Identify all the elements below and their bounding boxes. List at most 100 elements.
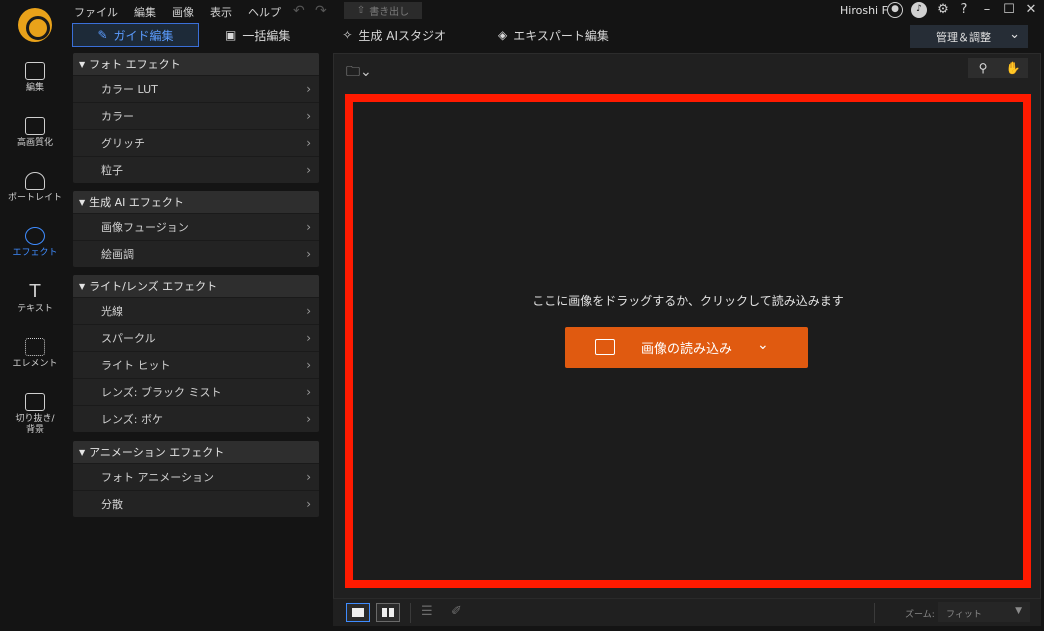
text-icon: T [29, 281, 41, 302]
effect-item[interactable]: 絵画調 › [73, 240, 319, 267]
mode-tabs: ✎ ガイド編集 ▣ 一括編集 ✧ 生成 AIスタジオ ◈ エキスパート編集 [72, 23, 635, 47]
chevron-right-icon: › [306, 412, 311, 426]
rail-item-enhance[interactable]: 高画質化 [0, 117, 70, 149]
rail-label: ポートレイト [7, 193, 62, 203]
rail-item-element[interactable]: エレメント [0, 338, 70, 370]
sparkle-icon: ✧ [342, 28, 353, 42]
effect-item[interactable]: カラー › [73, 102, 319, 129]
zoom-select[interactable]: フィット ▼ [938, 602, 1030, 622]
image-drop-zone[interactable]: ここに画像をドラッグするか、クリックして読み込みます 画像の読み込み ⌄ [345, 94, 1031, 588]
group-header[interactable]: ▼ ライト/レンズ エフェクト [73, 275, 319, 297]
menu-file[interactable]: ファイル [74, 4, 118, 20]
main-menu: ファイル 編集 画像 表示 ヘルプ [74, 4, 297, 20]
manage-label: 管理＆調整 [936, 30, 991, 44]
effect-item[interactable]: レンズ: ボケ › [73, 405, 319, 432]
manage-adjust-button[interactable]: 管理＆調整 ⌄ [910, 25, 1028, 48]
brush-icon[interactable]: ✐ [451, 604, 462, 619]
group-title: ライト/レンズ エフェクト [89, 280, 218, 293]
group-header[interactable]: ▼ フォト エフェクト [73, 53, 319, 75]
zoom-label: ズーム: [905, 610, 935, 620]
rail-label: 高画質化 [16, 138, 53, 148]
enhance-icon [25, 117, 45, 135]
effect-label: レンズ: ブラック ミスト [101, 386, 222, 399]
effect-item[interactable]: レンズ: ブラック ミスト › [73, 378, 319, 405]
export-label: 書き出し [369, 7, 410, 18]
export-button[interactable]: ⇧ 書き出し [344, 2, 422, 19]
zoom-value: フィット [946, 610, 982, 620]
divider [874, 603, 875, 623]
tab-guided-edit[interactable]: ✎ ガイド編集 [72, 23, 199, 47]
compare-view-icon [382, 608, 387, 617]
effect-item[interactable]: 分散 › [73, 490, 319, 517]
hand-icon[interactable]: ✋ [998, 58, 1028, 78]
magnifier-icon[interactable]: ⚲ [968, 58, 998, 78]
rail-label: 切り抜き/ 背景 [15, 414, 55, 435]
layout-icon[interactable]: ☰ [421, 604, 433, 619]
user-name[interactable]: Hiroshi F [840, 4, 888, 17]
rail-item-portrait[interactable]: ポートレイト [0, 172, 70, 204]
rail-item-text[interactable]: T テキスト [0, 283, 70, 315]
effect-label: スパークル [101, 332, 156, 345]
rail-item-cutout[interactable]: 切り抜き/ 背景 [0, 393, 70, 436]
effect-label: 分散 [101, 498, 123, 511]
compare-view-button[interactable] [376, 603, 400, 622]
chevron-right-icon: › [306, 331, 311, 345]
triangle-down-icon: ▼ [1015, 606, 1022, 616]
effect-label: 絵画調 [101, 248, 134, 261]
upload-icon: ⇧ [356, 5, 366, 16]
effect-label: 粒子 [101, 164, 123, 177]
tab-label: エキスパート編集 [513, 28, 609, 43]
close-icon[interactable]: ✕ [1023, 2, 1039, 18]
triangle-down-icon: ▼ [79, 447, 86, 457]
chevron-down-icon: ⌄ [1009, 27, 1020, 42]
effect-item[interactable]: グリッチ › [73, 129, 319, 156]
undo-icon[interactable]: ↶ [293, 3, 305, 19]
element-icon [25, 338, 45, 356]
effect-group-light-lens: ▼ ライト/レンズ エフェクト 光線 › スパークル › ライト ヒット › レンズ: … [73, 275, 319, 432]
chevron-right-icon: › [306, 220, 311, 234]
effect-item[interactable]: スパークル › [73, 324, 319, 351]
rail-item-edit[interactable]: 編集 [0, 62, 70, 94]
folder-icon[interactable]: 🗀⌄ [346, 61, 372, 85]
tab-label: ガイド編集 [113, 28, 174, 43]
effect-label: 光線 [101, 305, 123, 318]
maximize-icon[interactable]: ☐ [1001, 2, 1017, 18]
add-image-icon [595, 339, 615, 355]
chevron-right-icon: › [306, 358, 311, 372]
tab-batch-edit[interactable]: ▣ 一括編集 [199, 23, 316, 47]
effect-item[interactable]: ライト ヒット › [73, 351, 319, 378]
menu-view[interactable]: 表示 [210, 4, 232, 20]
divider [410, 603, 411, 623]
tab-ai-studio[interactable]: ✧ 生成 AIスタジオ [316, 23, 472, 47]
effect-item[interactable]: フォト アニメーション › [73, 463, 319, 490]
layers-icon: ◈ [498, 28, 508, 42]
group-header[interactable]: ▼ 生成 AI エフェクト [73, 191, 319, 213]
effect-item[interactable]: 光線 › [73, 297, 319, 324]
group-header[interactable]: ▼ アニメーション エフェクト [73, 441, 319, 463]
load-image-button[interactable]: 画像の読み込み ⌄ [565, 327, 808, 368]
redo-icon[interactable]: ↷ [315, 3, 327, 19]
canvas-area: 🗀⌄ ⚲ ✋ ここに画像をドラッグするか、クリックして読み込みます 画像の読み込… [333, 53, 1041, 626]
bottom-bar: ☰ ✐ ズーム: フィット ▼ [333, 598, 1041, 626]
account-icon[interactable]: ● [887, 2, 903, 18]
portrait-icon [25, 172, 45, 190]
bell-icon[interactable]: ♪ [911, 2, 927, 18]
menu-image[interactable]: 画像 [172, 4, 194, 20]
triangle-down-icon: ▼ [79, 59, 86, 69]
gear-icon[interactable]: ⚙ [935, 2, 951, 18]
tab-expert-edit[interactable]: ◈ エキスパート編集 [472, 23, 635, 47]
effect-label: カラー LUT [101, 83, 158, 96]
single-view-button[interactable] [346, 603, 370, 622]
effect-label: フォト アニメーション [101, 471, 215, 484]
effect-item[interactable]: カラー LUT › [73, 75, 319, 102]
effect-item[interactable]: 画像フュージョン › [73, 213, 319, 240]
wand-icon: ✎ [97, 28, 108, 42]
chevron-right-icon: › [306, 82, 311, 96]
rail-item-effects[interactable]: エフェクト [0, 227, 70, 259]
menu-help[interactable]: ヘルプ [248, 4, 281, 20]
help-icon[interactable]: ? [956, 2, 972, 18]
chevron-down-icon[interactable]: ⌄ [757, 337, 769, 353]
minimize-icon[interactable]: – [979, 2, 995, 18]
effect-item[interactable]: 粒子 › [73, 156, 319, 183]
menu-edit[interactable]: 編集 [134, 4, 156, 20]
